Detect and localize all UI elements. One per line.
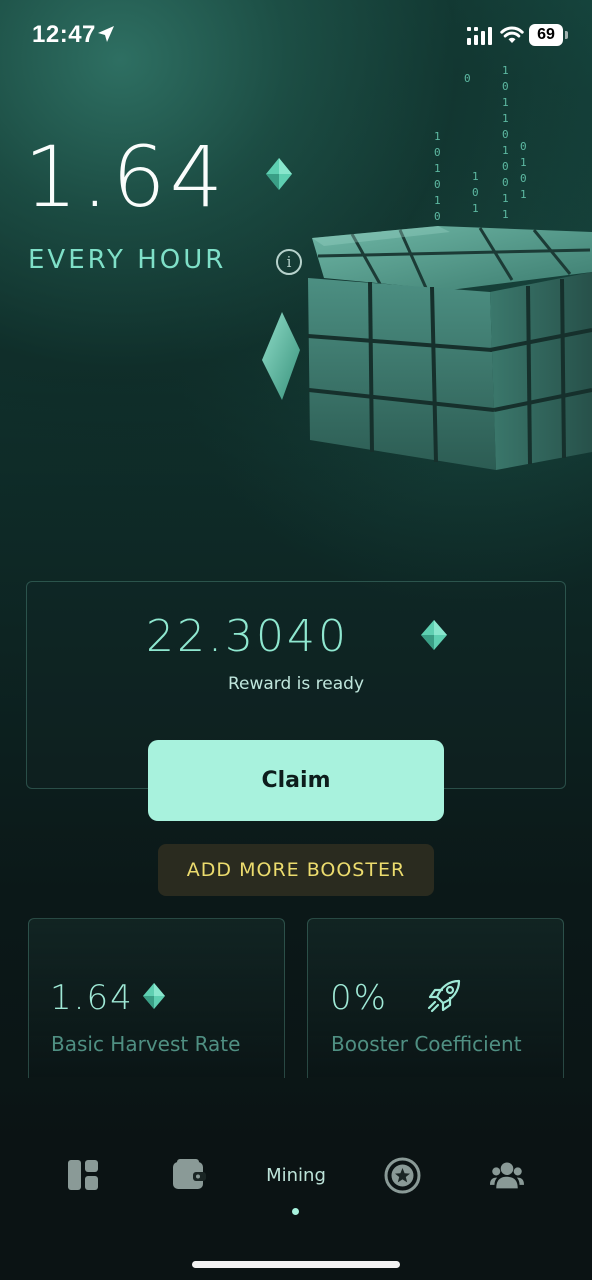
svg-text:0: 0: [502, 160, 509, 173]
active-tab-indicator: [292, 1208, 299, 1215]
reward-amount: 22.3040: [146, 611, 349, 662]
svg-text:0: 0: [520, 140, 527, 153]
signal-icon: [467, 27, 492, 45]
svg-text:0: 0: [472, 186, 479, 199]
dashboard-icon[interactable]: [66, 1158, 100, 1192]
users-icon[interactable]: [490, 1158, 524, 1192]
harvest-rate-value: 1.64: [50, 978, 134, 1018]
svg-text:1: 1: [434, 130, 441, 143]
gem-icon: [421, 620, 447, 650]
svg-text:1: 1: [520, 156, 527, 169]
info-icon[interactable]: i: [276, 249, 302, 275]
battery-icon: 69: [529, 24, 569, 46]
nav-mining-tab[interactable]: Mining: [256, 1165, 336, 1186]
rate-period-label: EVERY HOUR: [28, 245, 227, 275]
wifi-icon: [500, 26, 524, 43]
star-badge-icon[interactable]: [384, 1157, 421, 1194]
svg-text:1: 1: [502, 192, 509, 205]
battery-level: 69: [529, 24, 563, 46]
gem-icon: [266, 158, 292, 190]
svg-text:1: 1: [472, 170, 479, 183]
svg-text:1: 1: [472, 202, 479, 215]
svg-text:0: 0: [464, 72, 471, 85]
battery-cap: [565, 31, 568, 39]
svg-text:0: 0: [434, 210, 441, 223]
svg-text:0: 0: [434, 146, 441, 159]
add-booster-button[interactable]: ADD MORE BOOSTER: [158, 844, 434, 896]
hourly-rate-value: 1.64: [24, 128, 228, 226]
svg-text:0: 0: [502, 128, 509, 141]
booster-coefficient-label: Booster Coefficient: [331, 1032, 522, 1056]
claim-button[interactable]: Claim: [148, 740, 444, 821]
svg-text:1: 1: [520, 188, 527, 201]
home-indicator: [192, 1261, 400, 1268]
wallet-icon[interactable]: [172, 1158, 206, 1192]
status-time: 12:47: [32, 21, 96, 48]
svg-text:0: 0: [520, 172, 527, 185]
svg-text:0: 0: [502, 176, 509, 189]
svg-text:1: 1: [502, 112, 509, 125]
rocket-icon: [427, 979, 461, 1013]
booster-coefficient-value: 0%: [330, 978, 388, 1018]
reward-status-text: Reward is ready: [227, 674, 365, 694]
svg-text:1: 1: [502, 96, 509, 109]
svg-text:1: 1: [434, 162, 441, 175]
gem-icon: [143, 983, 165, 1009]
svg-text:1: 1: [434, 194, 441, 207]
location-arrow-icon: [98, 26, 114, 42]
cube-illustration: 0 1011010011 1010101 0101 101: [262, 64, 592, 470]
svg-text:0: 0: [434, 178, 441, 191]
harvest-rate-label: Basic Harvest Rate: [51, 1032, 241, 1056]
svg-text:1: 1: [502, 64, 509, 77]
svg-text:1: 1: [502, 144, 509, 157]
svg-text:0: 0: [502, 80, 509, 93]
svg-text:1: 1: [502, 208, 509, 221]
